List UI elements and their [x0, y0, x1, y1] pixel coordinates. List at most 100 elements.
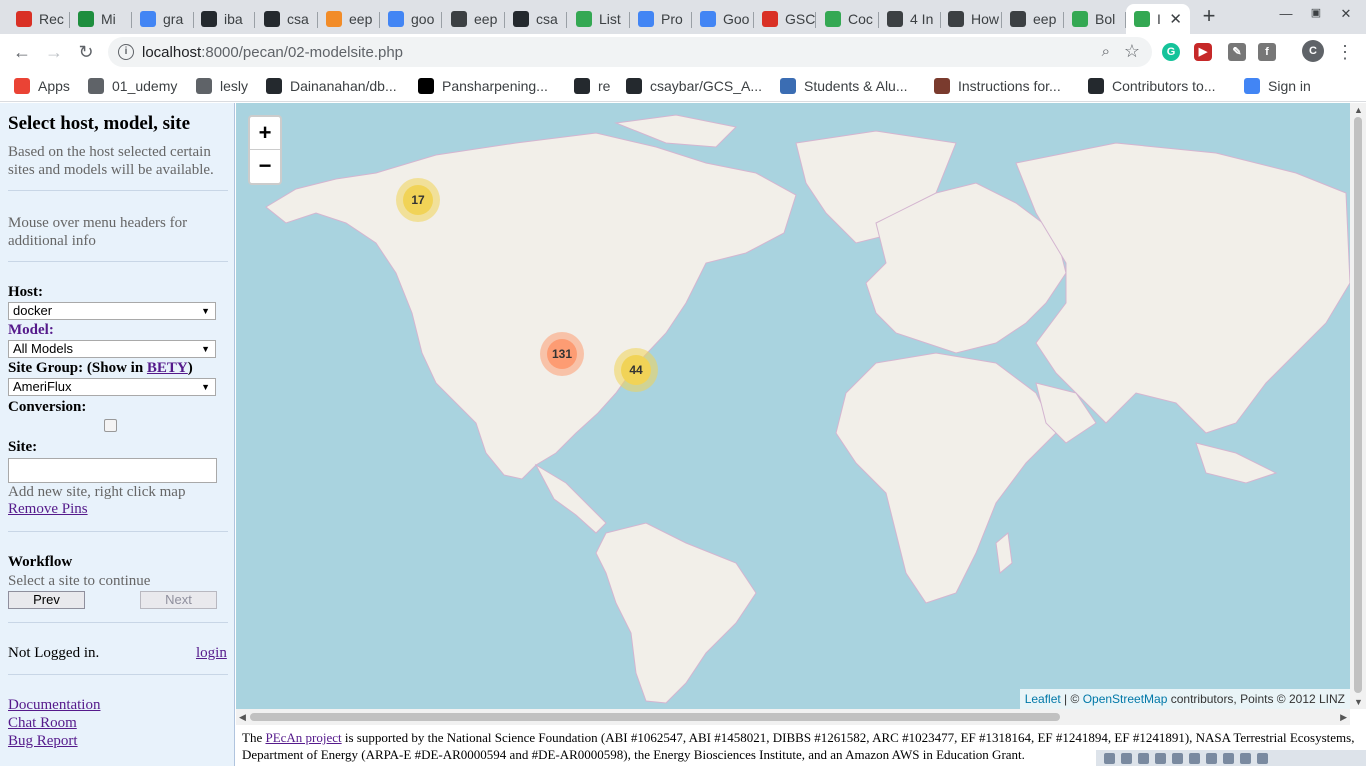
bookmark-item[interactable]: Students & Alu...: [780, 77, 908, 95]
site-input[interactable]: [8, 458, 217, 483]
osm-link[interactable]: OpenStreetMap: [1083, 692, 1168, 706]
scroll-up-icon[interactable]: ▲: [1354, 105, 1363, 115]
tab-1[interactable]: Mi: [70, 4, 132, 34]
zoom-in-button[interactable]: +: [250, 117, 280, 150]
bookmark-item[interactable]: Apps: [14, 77, 70, 95]
zoom-out-button[interactable]: −: [250, 150, 280, 183]
vertical-scrollbar[interactable]: ▲ ▼: [1350, 103, 1366, 709]
tab-16[interactable]: eep: [1002, 4, 1064, 34]
google-icon: [140, 11, 156, 27]
google-icon: [1244, 78, 1260, 94]
bug-report-link[interactable]: Bug Report: [8, 733, 78, 750]
address-bar[interactable]: i localhost:8000/pecan/02-modelsite.php …: [108, 37, 1152, 67]
bookmark-item[interactable]: Contributors to...: [1088, 77, 1216, 95]
extension-puzzle-icon[interactable]: ✎: [1228, 43, 1246, 61]
tab-4[interactable]: csa: [256, 4, 318, 34]
menu-icon[interactable]: ⋮: [1334, 41, 1356, 63]
tab-11[interactable]: Goo: [692, 4, 754, 34]
bookmark-item[interactable]: csaybar/GCS_A...: [626, 77, 762, 95]
tab-2[interactable]: gra: [132, 4, 194, 34]
marker-cluster[interactable]: 44: [614, 348, 658, 392]
grammarly-icon[interactable]: G: [1162, 43, 1180, 61]
zoom-icon[interactable]: ⌕: [1102, 43, 1110, 60]
tab-12[interactable]: GSC: [754, 4, 816, 34]
bookmark-label: Pansharpening...: [442, 78, 548, 94]
scroll-down-icon[interactable]: ▼: [1354, 697, 1363, 707]
bety-link[interactable]: BETY: [147, 360, 188, 376]
translate-icon: [700, 11, 716, 27]
browser-toolbar: ← → ↻ i localhost:8000/pecan/02-modelsit…: [0, 34, 1366, 70]
tab-6[interactable]: goo: [380, 4, 442, 34]
tab-15[interactable]: How: [940, 4, 1002, 34]
tab-14[interactable]: 4 In: [879, 4, 941, 34]
tab-13[interactable]: Coc: [817, 4, 879, 34]
conversion-checkbox[interactable]: [104, 419, 117, 432]
map-view[interactable]: + − 17 131 44 Leaflet | © OpenStreetMap …: [236, 103, 1350, 709]
extension-icon[interactable]: ▶: [1194, 43, 1212, 61]
workflow-title: Workflow: [8, 554, 73, 570]
leaflet-link[interactable]: Leaflet: [1025, 692, 1061, 706]
scroll-right-icon[interactable]: ▶: [1340, 712, 1347, 723]
tab-17[interactable]: Bol: [1064, 4, 1126, 34]
remove-pins-link[interactable]: Remove Pins: [8, 501, 88, 518]
scroll-thumb[interactable]: [250, 713, 1060, 721]
github-icon: [266, 78, 282, 94]
close-window-icon[interactable]: ✕: [1336, 6, 1356, 22]
tab-0[interactable]: Rec: [8, 4, 70, 34]
bookmark-item[interactable]: Pansharpening...: [418, 77, 548, 95]
bookmark-item[interactable]: lesly: [196, 77, 248, 95]
reload-icon[interactable]: ↻: [75, 41, 97, 63]
tab-8[interactable]: csa: [505, 4, 567, 34]
scroll-thumb[interactable]: [1354, 117, 1362, 693]
bookmark-label: 01_udemy: [112, 78, 178, 94]
url-text[interactable]: localhost:8000/pecan/02-modelsite.php: [142, 44, 403, 61]
pecan-project-link[interactable]: PEcAn project: [265, 730, 341, 745]
maximize-icon[interactable]: ▣: [1306, 6, 1326, 19]
minimize-icon[interactable]: —: [1276, 6, 1296, 21]
marker-cluster[interactable]: 131: [540, 332, 584, 376]
host-select[interactable]: docker ▼: [8, 302, 216, 320]
bookmark-item[interactable]: 01_udemy: [88, 77, 177, 95]
chevron-down-icon: ▼: [201, 344, 210, 354]
next-button[interactable]: Next: [140, 591, 217, 609]
bookmark-star-icon[interactable]: ☆: [1124, 41, 1140, 62]
bookmark-label: Students & Alu...: [804, 78, 908, 94]
site-label: Site:: [8, 439, 38, 455]
sitegroup-select[interactable]: AmeriFlux ▼: [8, 378, 216, 396]
bookmark-item[interactable]: re: [574, 77, 610, 95]
back-icon[interactable]: ←: [11, 41, 33, 63]
github-icon: [1088, 78, 1104, 94]
tab-18[interactable]: I ✕: [1126, 4, 1190, 34]
divider: [8, 531, 228, 532]
tab-7[interactable]: eep: [443, 4, 505, 34]
new-tab-button[interactable]: +: [1198, 5, 1220, 28]
tab-label: eep: [474, 11, 498, 27]
bookmark-item[interactable]: Dainanahan/db...: [266, 77, 397, 95]
marker-cluster[interactable]: 17: [396, 178, 440, 222]
tab-label: eep: [349, 11, 373, 27]
site-info-icon[interactable]: i: [118, 44, 134, 60]
tab-label: goo: [411, 11, 435, 27]
bookmark-item[interactable]: Sign in: [1244, 77, 1311, 95]
tab-5[interactable]: eep: [318, 4, 380, 34]
github-icon: [201, 11, 217, 27]
tab-9[interactable]: List: [568, 4, 630, 34]
login-link[interactable]: login: [196, 645, 227, 662]
prev-button[interactable]: Prev: [8, 591, 85, 609]
profile-avatar[interactable]: C: [1302, 40, 1324, 62]
bookmark-label: Contributors to...: [1112, 78, 1216, 94]
system-tray: [1096, 750, 1366, 766]
model-label[interactable]: Model:: [8, 322, 54, 339]
tab-10[interactable]: Pro: [630, 4, 692, 34]
model-select[interactable]: All Models ▼: [8, 340, 216, 358]
tab-3[interactable]: iba: [193, 4, 255, 34]
divider: [8, 261, 228, 262]
close-tab-icon[interactable]: ✕: [1169, 10, 1182, 28]
horizontal-scrollbar[interactable]: ◀ ▶: [236, 709, 1350, 725]
scroll-left-icon[interactable]: ◀: [239, 712, 246, 723]
facebook-icon[interactable]: f: [1258, 43, 1276, 61]
documentation-link[interactable]: Documentation: [8, 697, 100, 714]
bookmark-item[interactable]: Instructions for...: [934, 77, 1061, 95]
forward-icon[interactable]: →: [43, 41, 65, 63]
chat-room-link[interactable]: Chat Room: [8, 715, 77, 732]
